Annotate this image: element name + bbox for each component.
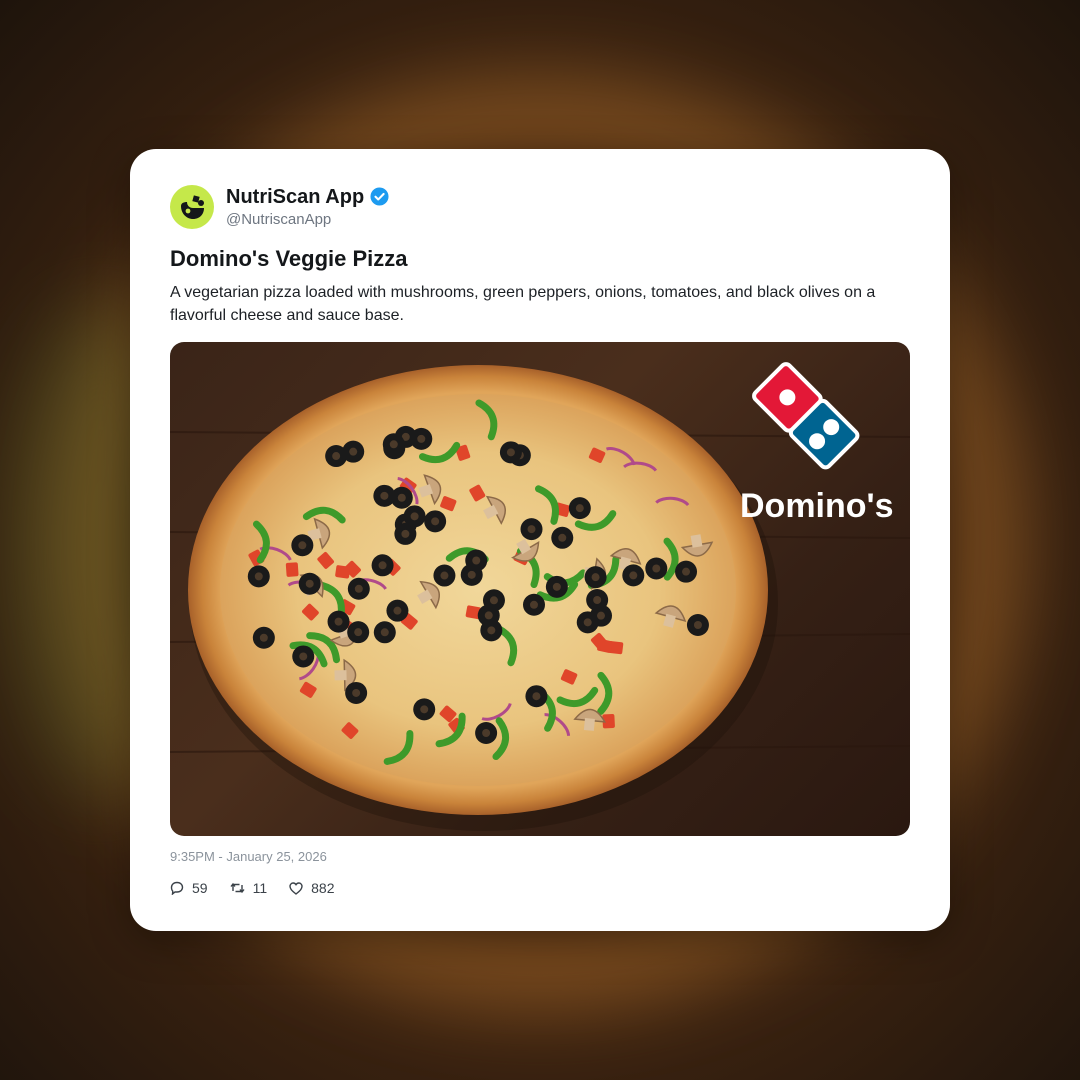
olive-hole [352, 688, 361, 697]
olive-hole [393, 606, 402, 615]
post-card: NutriScan App @NutriscanApp Domino's Veg… [130, 149, 950, 931]
olive-hole [682, 567, 691, 576]
olive-hole [597, 611, 606, 620]
olive-hole [354, 628, 363, 637]
olive-hole [482, 728, 491, 737]
olive-hole [332, 452, 341, 461]
repost-count: 11 [252, 880, 268, 896]
olive-hole [420, 705, 429, 714]
olive-hole [558, 533, 567, 542]
dominos-logo-text: Domino's [740, 487, 894, 525]
olive-hole [489, 596, 498, 605]
olive-hole [254, 572, 263, 581]
olive-hole [593, 595, 602, 604]
olive-hole [305, 579, 314, 588]
repost-icon [230, 882, 245, 894]
post-actions: 59 11 882 [170, 880, 356, 896]
olive-hole [693, 620, 702, 629]
avatar[interactable] [170, 185, 214, 229]
reply-button[interactable]: 59 [170, 880, 208, 896]
olive-hole [527, 525, 536, 534]
tomato-topping [285, 562, 299, 577]
post-header: NutriScan App @NutriscanApp [170, 183, 389, 231]
olive-hole [259, 633, 268, 642]
olive-hole [349, 447, 358, 456]
repost-button[interactable]: 11 [230, 880, 268, 896]
olive-hole [532, 692, 541, 701]
reply-count: 59 [192, 880, 208, 896]
olive-hole [652, 564, 661, 573]
handle[interactable]: @NutriscanApp [226, 210, 389, 230]
post-image[interactable]: Domino's [170, 342, 910, 836]
tomato-topping [335, 565, 351, 579]
dominos-logo [752, 362, 860, 470]
mushroom-stem [690, 534, 703, 548]
olive-hole [397, 493, 406, 502]
reply-icon [170, 881, 184, 895]
olive-hole [472, 556, 481, 565]
olive-hole [583, 618, 592, 627]
olive-hole [629, 571, 638, 580]
olive-hole [575, 504, 584, 513]
olive-hole [487, 626, 496, 635]
like-button[interactable]: 882 [289, 880, 334, 896]
olive-hole [431, 517, 440, 526]
olive-hole [417, 434, 426, 443]
olive-hole [401, 529, 410, 538]
olive-hole [334, 617, 343, 626]
olive-hole [506, 448, 515, 457]
mushroom-stem [583, 718, 595, 731]
olive-hole [354, 584, 363, 593]
like-count: 882 [311, 880, 335, 896]
olive-hole [298, 541, 307, 550]
olive-hole [591, 573, 600, 582]
post-timestamp: 9:35PM - January 25, 2026 [170, 849, 327, 864]
olive-hole [299, 652, 308, 661]
display-name[interactable]: NutriScan App [226, 185, 364, 209]
nutriscan-logo-icon [181, 195, 204, 219]
olive-hole [389, 440, 398, 449]
olive-hole [440, 571, 449, 580]
olive-hole [467, 570, 476, 579]
post-title: Domino's Veggie Pizza [170, 246, 408, 271]
olive-hole [380, 628, 389, 637]
olive-hole [410, 512, 419, 521]
olive-hole [378, 561, 387, 570]
olive-hole [529, 600, 538, 609]
heart-icon [289, 881, 303, 895]
mushroom-stem [334, 670, 347, 681]
olive-hole [552, 582, 561, 591]
olive-hole [484, 611, 493, 620]
verified-badge-icon [370, 187, 389, 206]
olive-hole [380, 491, 389, 500]
post-description: A vegetarian pizza loaded with mushrooms… [170, 284, 876, 324]
